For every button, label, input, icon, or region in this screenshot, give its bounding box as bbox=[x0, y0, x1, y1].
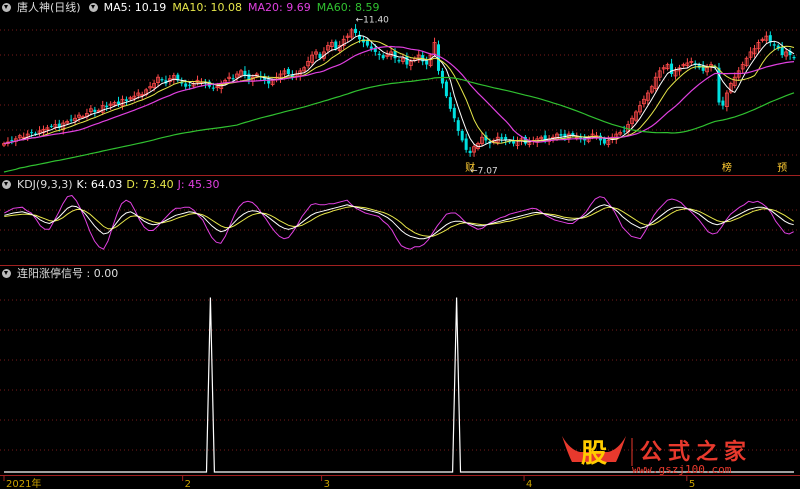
candle-body bbox=[188, 84, 192, 86]
candle-body bbox=[124, 99, 128, 101]
candle-body bbox=[468, 150, 472, 154]
candle-body bbox=[456, 120, 460, 131]
signal-header: 连阳涨停信号 : 0.00 bbox=[0, 266, 124, 282]
indicator-menu-icon[interactable] bbox=[88, 3, 98, 12]
kdj-d-value: D: 73.40 bbox=[126, 178, 174, 191]
ma5-line bbox=[3, 34, 795, 148]
candle-body bbox=[452, 107, 456, 119]
candle-body bbox=[397, 60, 401, 62]
event-marker-4: 预 bbox=[777, 162, 787, 174]
candle-body bbox=[792, 56, 796, 59]
signal-menu-icon[interactable] bbox=[2, 269, 11, 278]
candle-body bbox=[231, 78, 235, 80]
main-header: 唐人神(日线) MA5: 10.19 MA10: 10.08 MA20: 9.69 MA… bbox=[0, 0, 385, 16]
watermark-text: 公式之家 bbox=[640, 440, 753, 465]
candle-body bbox=[334, 41, 338, 49]
kdj-j-value: J: 45.30 bbox=[177, 178, 220, 191]
kdj-header: KDJ(9,3,3) K: 64.03 D: 73.40 J: 45.30 bbox=[0, 177, 226, 193]
signal-title: 连阳涨停信号 : 0.00 bbox=[17, 267, 119, 280]
ma10-line bbox=[3, 39, 795, 145]
candle-body bbox=[622, 130, 626, 132]
candle-body bbox=[393, 50, 397, 59]
candle-body bbox=[464, 138, 468, 150]
event-marker-3: 榜 bbox=[722, 161, 732, 174]
candle-body bbox=[105, 105, 109, 108]
candle-body bbox=[93, 109, 97, 112]
ma60-value: MA60: 8.59 bbox=[316, 1, 380, 14]
candle-body bbox=[10, 140, 14, 142]
candle-body bbox=[602, 138, 606, 144]
x-tick-label-2: 3 bbox=[324, 479, 330, 489]
candle-body bbox=[30, 132, 34, 134]
event-marker-2: 财 bbox=[465, 161, 475, 174]
candle-body bbox=[69, 119, 73, 121]
candle-body bbox=[670, 63, 674, 75]
x-tick-label-1: 2 bbox=[185, 479, 191, 489]
candle-body bbox=[267, 78, 271, 84]
ma5-value: MA5: 10.19 bbox=[103, 1, 167, 14]
watermark-url: www.gszj100.com bbox=[632, 463, 732, 476]
candle-body bbox=[365, 40, 369, 46]
watermark-glyph: 股 bbox=[581, 439, 607, 469]
candle-body bbox=[444, 81, 448, 97]
candle-body bbox=[354, 28, 358, 33]
candle-body bbox=[559, 134, 563, 136]
candle-body bbox=[211, 87, 215, 89]
candle-body bbox=[160, 79, 164, 81]
candle-body bbox=[780, 46, 784, 56]
candle-body bbox=[500, 137, 504, 139]
candle-body bbox=[49, 125, 53, 127]
x-tick-label-0: 2021年 bbox=[6, 477, 41, 489]
candle-body bbox=[405, 56, 409, 65]
x-tick-label-4: 5 bbox=[689, 479, 695, 489]
x-tick-label-3: 4 bbox=[526, 479, 532, 489]
candle-body bbox=[512, 141, 516, 144]
candle-body bbox=[184, 83, 188, 87]
candle-body bbox=[460, 130, 464, 141]
candle-body bbox=[772, 44, 776, 46]
candle-body bbox=[721, 100, 725, 106]
candle-body bbox=[369, 46, 373, 49]
candle-body bbox=[286, 68, 290, 75]
candle-body bbox=[381, 55, 385, 59]
kdj-menu-icon[interactable] bbox=[2, 180, 11, 189]
kdj-title: KDJ(9,3,3) bbox=[17, 178, 73, 191]
ma60-line bbox=[3, 76, 795, 173]
price-annotation-0: ←11.40 bbox=[356, 16, 390, 26]
candle-body bbox=[117, 101, 121, 105]
stock-chart: ←11.40←7.07财榜预2021年 2 3 4 5 bbox=[0, 16, 800, 489]
ma20-value: MA20: 9.69 bbox=[248, 1, 311, 14]
candle-body bbox=[377, 53, 381, 56]
candle-body bbox=[448, 97, 452, 109]
kdj-d-line bbox=[4, 206, 794, 237]
kdj-k-value: K: 64.03 bbox=[76, 178, 123, 191]
ma10-value: MA10: 10.08 bbox=[172, 1, 243, 14]
chart-menu-icon[interactable] bbox=[2, 3, 11, 12]
stock-name: 唐人神(日线) bbox=[17, 1, 81, 14]
